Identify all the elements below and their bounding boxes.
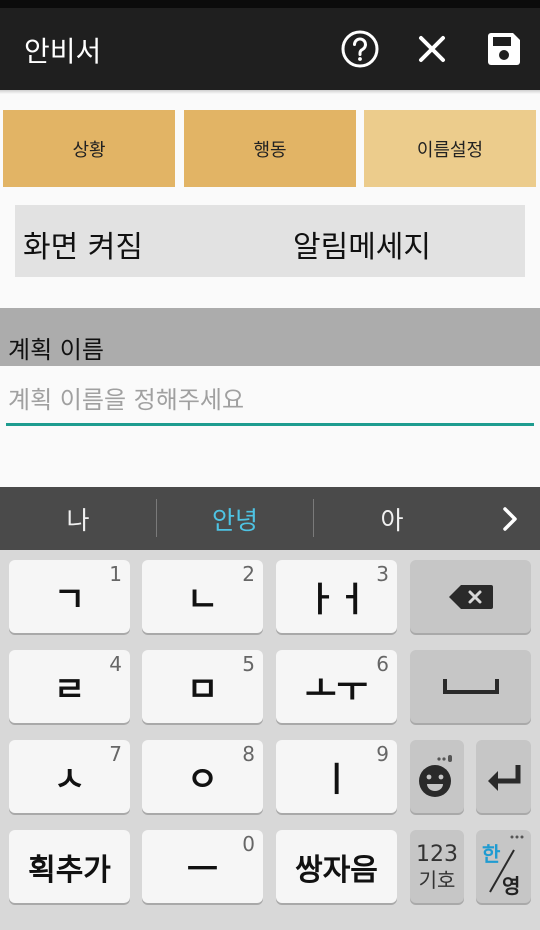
tab-situation[interactable]: 상황 [3, 110, 175, 187]
key-ieung[interactable]: ㅇ 8 [142, 740, 263, 813]
rule-summary: 화면 켜짐 알림메세지 [15, 205, 525, 277]
key-i[interactable]: ㅣ 9 [276, 740, 397, 813]
close-icon[interactable] [410, 27, 454, 71]
plan-name-header: 계획 이름 [0, 308, 540, 366]
key-number: 5 [242, 652, 255, 676]
key-number: 4 [109, 652, 122, 676]
key-o-u[interactable]: ㅗㅜ 6 [276, 650, 397, 723]
tab-bar: 상황 행동 이름설정 [3, 110, 537, 187]
tab-action[interactable]: 행동 [184, 110, 356, 187]
stroke-add-key[interactable]: 획추가 [9, 830, 130, 903]
space-key[interactable] [410, 650, 531, 723]
suggestion-item[interactable]: 나 [0, 487, 156, 550]
key-giyeok[interactable]: ㄱ 1 [9, 560, 130, 633]
key-number: 6 [376, 652, 389, 676]
backspace-icon [448, 584, 493, 609]
key-number: 8 [242, 742, 255, 766]
action-text: 알림메세지 [293, 230, 431, 265]
keyboard: ㄱ 1 ㄴ 2 ㅏㅓ 3 ㄹ 4 ㅁ 5 ㅗㅜ 6 ㅅ 7 ㅇ 8 ㅣ 9 획추… [0, 550, 540, 930]
key-label: ㅡ [186, 850, 219, 890]
key-label: 획추가 [28, 852, 111, 888]
emoji-mic-icon [419, 754, 452, 797]
app-bar-shadow [0, 90, 540, 94]
tab-name-setting[interactable]: 이름설정 [364, 110, 536, 187]
help-icon[interactable] [338, 27, 382, 71]
english-label: 영 [502, 874, 521, 898]
key-number: 2 [242, 562, 255, 586]
key-label: ㅁ [186, 670, 219, 710]
key-number: 0 [242, 832, 255, 856]
app-bar: 안비서 [0, 8, 540, 90]
key-label: ㄱ [53, 580, 86, 620]
key-sublabel: 기호 [418, 867, 456, 892]
key-label: ㅏㅓ [305, 580, 368, 620]
key-label: 쌍자음 [295, 852, 378, 888]
key-label: ㅇ [186, 760, 219, 800]
key-label: ㅅ [53, 760, 86, 800]
status-bar [0, 0, 540, 8]
suggestion-item-highlighted[interactable]: 안녕 [157, 487, 313, 550]
space-bar-icon [442, 678, 499, 694]
hangul-label: 한 [482, 842, 501, 866]
key-label: ㅣ [320, 760, 353, 800]
enter-key[interactable] [476, 740, 531, 813]
enter-icon [487, 764, 520, 791]
suggestion-item[interactable]: 아 [314, 487, 470, 550]
backspace-key[interactable] [410, 560, 531, 633]
suggestion-bar: 나 안녕 아 [0, 487, 540, 550]
double-consonant-key[interactable]: 쌍자음 [276, 830, 397, 903]
key-mieum[interactable]: ㅁ 5 [142, 650, 263, 723]
key-eu[interactable]: ㅡ 0 [142, 830, 263, 903]
plan-name-label: 계획 이름 [8, 336, 104, 364]
key-label: 123 [416, 841, 458, 867]
key-nieun[interactable]: ㄴ 2 [142, 560, 263, 633]
key-number: 1 [109, 562, 122, 586]
key-siot[interactable]: ㅅ 7 [9, 740, 130, 813]
key-rieul[interactable]: ㄹ 4 [9, 650, 130, 723]
key-label: ㄹ [53, 670, 86, 710]
key-label: ㅗㅜ [305, 670, 368, 710]
symbols-label: 123 기호 [416, 841, 458, 892]
chevron-right-icon[interactable] [480, 487, 540, 550]
emoji-key[interactable] [410, 740, 464, 813]
app-title: 안비서 [24, 35, 102, 68]
key-number: 7 [109, 742, 122, 766]
symbols-key[interactable]: 123 기호 [410, 830, 464, 903]
key-a-eo[interactable]: ㅏㅓ 3 [276, 560, 397, 633]
save-icon[interactable] [482, 27, 526, 71]
key-label: ㄴ [186, 580, 219, 620]
plan-name-input[interactable] [6, 380, 534, 426]
condition-text: 화면 켜짐 [23, 230, 143, 265]
key-number: 9 [376, 742, 389, 766]
language-toggle-key[interactable]: 한 영 [476, 830, 531, 903]
key-number: 3 [376, 562, 389, 586]
